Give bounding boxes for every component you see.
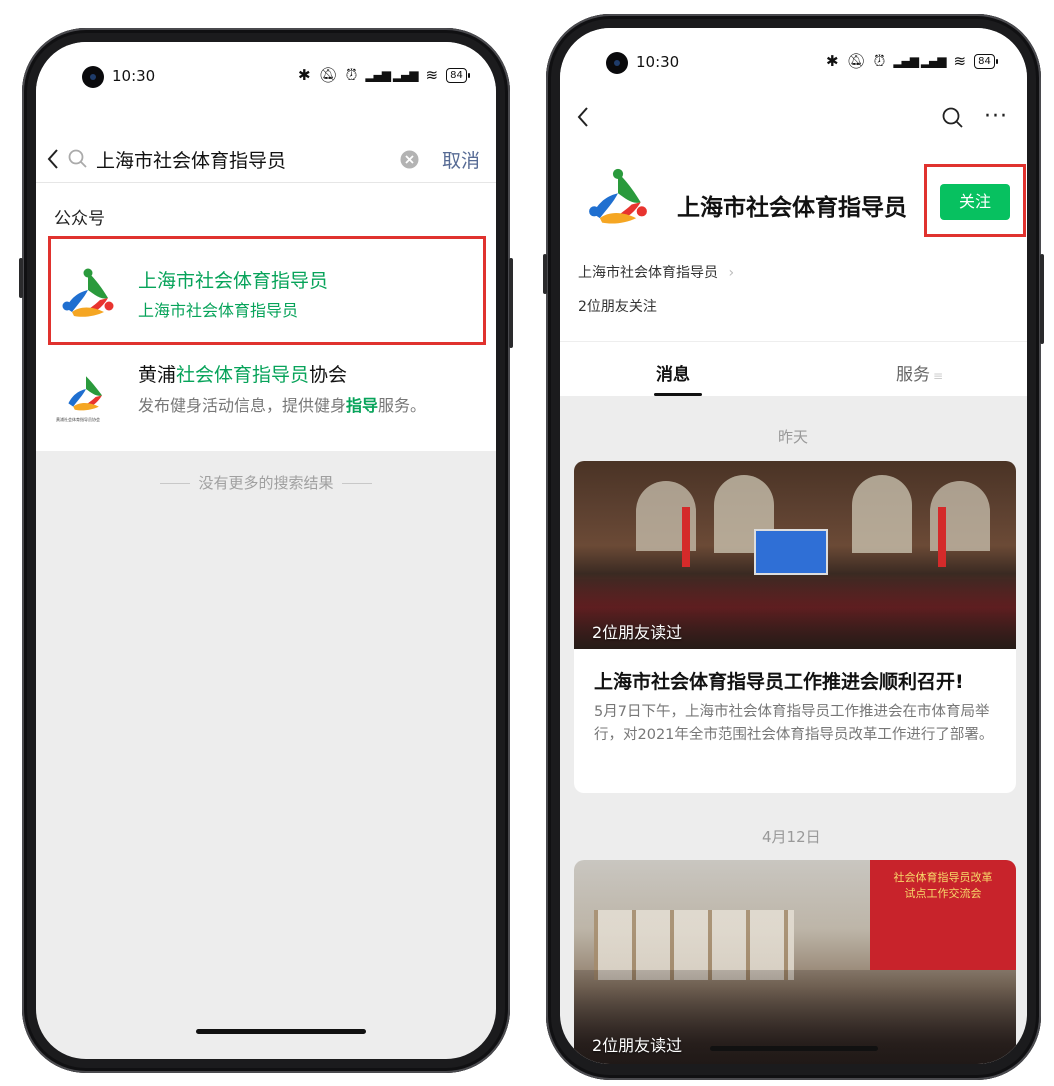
front-camera xyxy=(82,66,104,88)
highlight-box xyxy=(48,236,486,345)
date-label: 4月12日 xyxy=(762,828,821,846)
friends-read-tag: 2位朋友读过 xyxy=(592,1036,683,1055)
home-indicator[interactable] xyxy=(710,1046,878,1051)
tab-services[interactable]: 服务 ≡ xyxy=(896,360,943,385)
highlight-box xyxy=(924,164,1026,237)
friends-following: 2位朋友关注 xyxy=(578,299,657,315)
account-name: 上海市社会体育指导员 xyxy=(677,195,907,221)
bluetooth-icon: ✱ xyxy=(298,66,311,84)
status-bar: 10:30 ✱ 🔕︎ ⏰︎ ▂▄▆ ▂▄▆ ≋ 84 xyxy=(560,28,1027,74)
signal-icon: ▂▄▆ ▂▄▆ xyxy=(365,68,418,82)
article-photo: 2位朋友读过 xyxy=(574,461,1016,649)
back-icon[interactable] xyxy=(576,106,590,128)
left-screen: 10:30 ✱ 🔕︎ ⏰︎ ▂▄▆ ▂▄▆ ≋ 84 上海市社会体育指导员 取消… xyxy=(36,42,496,1059)
menu-icon: ≡ xyxy=(933,369,944,383)
article-card[interactable]: 社会体育指导员改革 试点工作交流会 2位朋友读过 xyxy=(574,860,1016,1064)
article-title: 上海市社会体育指导员工作推进会顺利召开! xyxy=(594,671,964,693)
account-logo xyxy=(589,168,647,224)
status-time: 10:30 xyxy=(636,53,680,71)
profile-header: ··· 上海市社会体育指导员 关注 上海市社会体育指导员 › 2位朋友关注 消息 xyxy=(560,74,1027,396)
search-header: 上海市社会体育指导员 取消 xyxy=(36,88,496,183)
event-banner: 社会体育指导员改革 试点工作交流会 xyxy=(870,860,1016,970)
battery-icon: 84 xyxy=(446,67,470,83)
right-phone-frame: 10:30 ✱ 🔕︎ ⏰︎ ▂▄▆ ▂▄▆ ≋ 84 ··· 上海市社会体育指导… xyxy=(543,14,1044,1080)
home-indicator[interactable] xyxy=(196,1029,366,1034)
status-bar: 10:30 ✱ 🔕︎ ⏰︎ ▂▄▆ ▂▄▆ ≋ 84 xyxy=(36,42,496,88)
tab-active-indicator xyxy=(654,393,702,396)
friends-read-tag: 2位朋友读过 xyxy=(592,623,683,642)
article-card[interactable]: 2位朋友读过 上海市社会体育指导员工作推进会顺利召开! 5月7日下午，上海市社会… xyxy=(574,461,1016,793)
left-phone-frame: 10:30 ✱ 🔕︎ ⏰︎ ▂▄▆ ▂▄▆ ≋ 84 上海市社会体育指导员 取消… xyxy=(19,28,513,1073)
signal-icon: ▂▄▆ ▂▄▆ xyxy=(893,54,946,68)
article-summary: 5月7日下午，上海市社会体育指导员工作推进会在市体育局举行，对2021年全市范围… xyxy=(594,704,994,743)
association-logo-caption: 黄浦社会体育指导员协会 xyxy=(56,417,100,422)
mute-icon: 🔕︎ xyxy=(846,52,866,70)
result-title: 黄浦社会体育指导员协会 xyxy=(138,364,348,386)
cancel-button[interactable]: 取消 xyxy=(442,146,480,173)
section-title: 公众号 xyxy=(54,209,105,229)
mute-icon: 🔕︎ xyxy=(318,66,338,84)
alarm-icon: ⏰︎ xyxy=(873,52,886,70)
association-logo xyxy=(68,376,102,411)
search-results: 公众号 上海市社会体育指导员 上海市社会体育指导员 黄浦社会体育指导员协会 黄浦… xyxy=(36,183,496,451)
result-description: 发布健身活动信息，提供健身指导服务。 xyxy=(138,396,427,415)
wifi-icon: ≋ xyxy=(953,52,967,70)
clear-icon[interactable] xyxy=(400,150,419,169)
status-time: 10:30 xyxy=(112,67,156,85)
front-camera xyxy=(606,52,628,74)
alarm-icon: ⏰︎ xyxy=(345,66,358,84)
tab-messages[interactable]: 消息 xyxy=(656,360,690,385)
result-item-association[interactable]: 黄浦社会体育指导员协会 黄浦社会体育指导员协会 发布健身活动信息，提供健身指导服… xyxy=(36,349,496,439)
search-input[interactable]: 上海市社会体育指导员 xyxy=(96,146,286,173)
wifi-icon: ≋ xyxy=(425,66,439,84)
battery-icon: 84 xyxy=(974,53,998,69)
chevron-right-icon: › xyxy=(728,265,735,281)
no-more-results: 没有更多的搜索结果 xyxy=(36,472,496,493)
search-icon[interactable] xyxy=(942,107,964,129)
bluetooth-icon: ✱ xyxy=(826,52,839,70)
date-label: 昨天 xyxy=(778,428,809,446)
more-icon[interactable]: ··· xyxy=(984,104,1008,129)
account-subtitle-link[interactable]: 上海市社会体育指导员 › xyxy=(578,262,734,282)
right-screen: 10:30 ✱ 🔕︎ ⏰︎ ▂▄▆ ▂▄▆ ≋ 84 ··· 上海市社会体育指导… xyxy=(560,28,1027,1064)
search-icon xyxy=(68,149,87,168)
article-photo: 社会体育指导员改革 试点工作交流会 2位朋友读过 xyxy=(574,860,1016,1064)
back-icon[interactable] xyxy=(46,148,60,170)
